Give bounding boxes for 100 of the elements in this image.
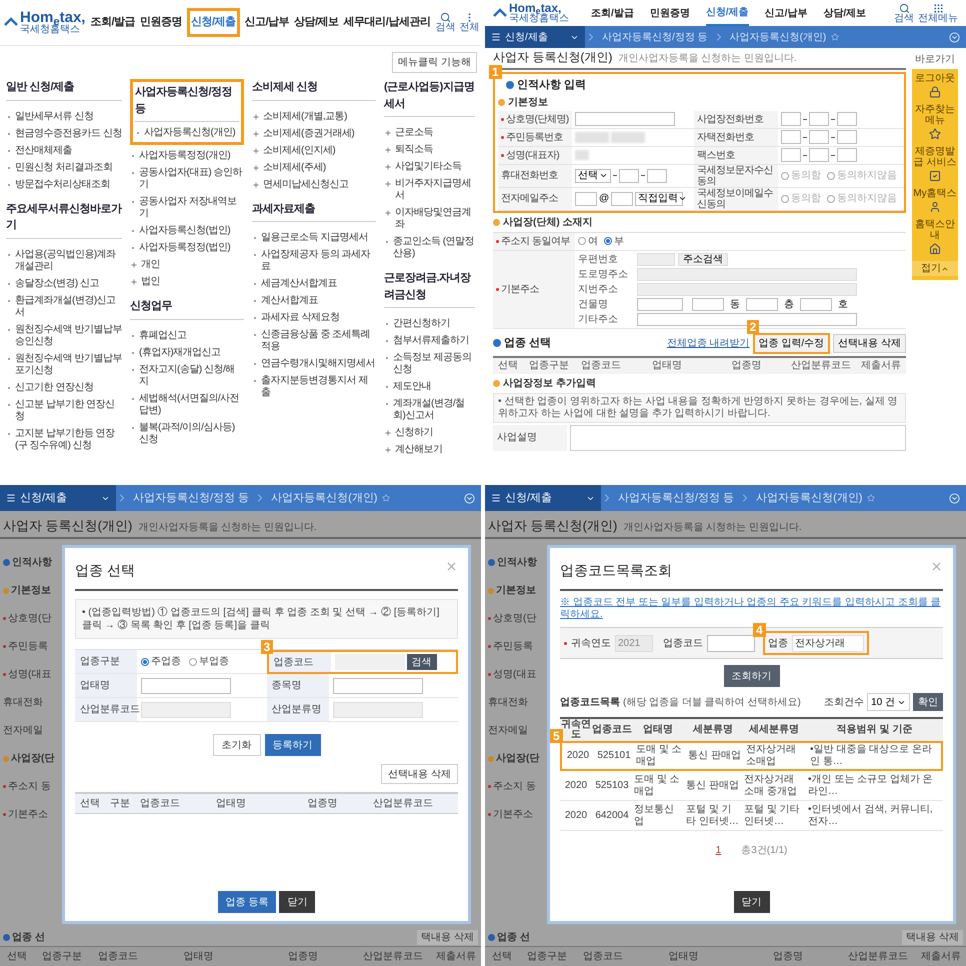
menu-link[interactable]: 환급계좌개설(변경)신고서 [6,294,122,318]
quick-menu-item[interactable]: 홈택스안내 [912,219,958,255]
radio-option[interactable]: 부 [604,234,624,248]
menu-link[interactable]: 연금수령개시및해지명세서 [252,358,376,370]
text-field[interactable] [575,112,675,126]
menu-link[interactable]: 제도안내 [384,381,475,393]
menu-link[interactable]: 계산서합계표 [252,295,376,307]
description-textarea[interactable] [570,424,906,450]
menu-dropdown[interactable]: 신청/제출 [485,26,585,48]
menu-link[interactable]: 일반세무서류 신청 [6,110,122,122]
text-field[interactable] [619,168,639,182]
menu-link[interactable]: 현금영수증전용카드 신청 [6,128,122,140]
page-link[interactable]: 1 [716,843,722,858]
menu-link[interactable]: 소비제세(주세) [252,162,376,174]
address-search-button[interactable]: 주소검색 [678,252,728,266]
nav-tab[interactable]: 신청/제출 [187,8,240,37]
menu-link[interactable]: 간편신청하기 [384,318,475,330]
delete-button[interactable]: 선택내용 삭제 [381,764,458,784]
text-field[interactable] [141,678,231,694]
radio-option[interactable]: 주업종 [141,654,181,669]
delete-button[interactable]: 택내용 삭제 [902,930,963,944]
menu-link[interactable]: 사업용(공익법인용)계좌 개설관리 [6,248,122,272]
action-button[interactable]: 업종 입력/수정 [752,332,830,354]
utility-button[interactable]: 전체메뉴 [918,2,958,24]
breadcrumb-link[interactable]: 사업자등록신청(개인) [724,30,832,44]
dropdown-select[interactable]: 직접입력 [635,192,684,206]
quick-menu-item[interactable]: 제증명발급 서비스 [912,146,958,182]
dialog-button[interactable]: 닫기 [279,891,316,913]
menu-link[interactable]: 세금계산서합계표 [252,278,376,290]
menu-link[interactable]: 송달장소(변경) 신고 [6,278,122,290]
menu-link[interactable]: 사업자등록신청(개인) [135,127,239,139]
menu-link[interactable]: 방문접수처리상태조회 [6,178,122,190]
breadcrumb-link[interactable]: 사업자등록신청(개인) [266,490,382,506]
menu-link[interactable]: 공동사업자(대표) 승인하기 [130,167,244,191]
menu-link[interactable]: 이자배당및연금계좌 [384,207,475,231]
menu-link[interactable]: 원천징수세액 반기별납부 포기신청 [6,352,122,376]
download-link[interactable]: 전체업종 내려받기 [666,336,750,350]
text-field[interactable] [692,298,724,310]
nav-tab[interactable]: 조회/발급 [90,11,136,34]
utility-button[interactable]: 검색 [894,2,914,24]
menu-link[interactable]: (휴업자)재개업신고 [130,346,244,358]
menu-link[interactable]: 전산매체제출 [6,144,122,156]
menu-link[interactable]: 신고기한 연장신청 [6,382,122,394]
menu-link[interactable]: 소비제세(인지세) [252,144,376,156]
menu-link[interactable]: 과세자료 삭제요청 [252,312,376,324]
menu-link[interactable]: 공동사업자 저장내역보기 [130,196,244,220]
menu-link[interactable]: 고지분 납부기한등 연장(구 징수유예) 신청 [6,428,122,452]
dropdown-select[interactable]: 선택 [575,168,611,182]
menu-link[interactable]: 비거주자지급명세서 [384,178,475,202]
close-dialog-button[interactable]: 닫기 [734,891,770,913]
nav-tab[interactable]: 민원증명 [650,0,690,26]
page-size-select[interactable]: 10 건 [867,693,910,711]
radio-option[interactable]: 여 [578,234,598,248]
text-field[interactable] [809,130,829,144]
text-field[interactable] [809,112,829,126]
query-button[interactable]: 조회하기 [724,665,780,687]
quick-menu-item[interactable]: 자주찾는 메뉴 [912,104,958,140]
text-field[interactable] [837,148,857,162]
text-field[interactable] [611,192,634,206]
collapse-button[interactable]: 접기 [912,261,958,276]
menu-link[interactable]: 퇴직소득 [384,144,475,156]
quick-menu-item[interactable]: My홈택스 [912,188,958,213]
nav-tab[interactable]: 민원증명 [140,11,182,34]
text-field[interactable] [809,148,829,162]
nav-tab[interactable]: 상담/제보 [294,11,339,34]
menu-link[interactable]: 신종금융상품 중 조세특례적용 [252,329,376,353]
menu-link[interactable]: 계좌개설(변경/철회)신고서 [384,398,475,422]
text-field[interactable] [781,148,801,162]
close-button[interactable] [445,560,458,573]
text-field[interactable] [332,678,422,694]
text-field[interactable] [800,298,832,310]
menu-link[interactable]: 신청하기 [384,427,475,439]
text-field[interactable] [647,168,667,182]
text-field[interactable] [637,298,683,310]
menu-link[interactable]: 휴폐업신고 [130,330,244,342]
radio-option[interactable]: 부업종 [189,654,229,669]
menu-link[interactable]: 개인 [130,259,244,271]
nav-tab[interactable]: 신고/납부 [244,11,290,34]
nav-tab[interactable]: 상담/제보 [823,0,866,26]
text-field[interactable] [837,112,857,126]
menu-link[interactable]: 세법해석(서면질의/사전답변) [130,392,244,416]
dialog-button[interactable]: 초기화 [212,734,260,756]
menu-link[interactable]: 종교인소득 (연말정산용) [384,236,475,260]
menu-toggle-button[interactable]: 메뉴클릭 기능해 [392,52,477,73]
menu-link[interactable]: 소득정보 제공동의 신청 [384,352,475,376]
dialog-button[interactable]: 등록하기 [264,734,320,756]
menu-link[interactable]: 전자고지(송달) 신청/해지 [130,364,244,388]
text-field[interactable] [837,130,857,144]
menu-link[interactable]: 사업및기타소득 [384,161,475,173]
menu-link[interactable]: 면세미납세신청신고 [252,178,376,190]
text-field[interactable] [781,130,801,144]
nav-tab[interactable]: 세무대리/납세관리 [344,11,430,34]
menu-link[interactable]: 사업자등록정정(법인) [130,242,244,254]
menu-link[interactable]: 근로소득 [384,127,475,139]
breadcrumb-link[interactable]: 사업자등록신청/정정 등 [613,490,740,506]
dialog-button[interactable]: 업종 등록 [218,891,276,913]
close-button[interactable] [930,560,943,573]
industry-field[interactable]: 전자상거래 [792,634,864,652]
menu-link[interactable]: 소비제세(개별,교통) [252,110,376,122]
menu-link[interactable]: 원천징수세액 반기별납부 승인신청 [6,324,122,348]
